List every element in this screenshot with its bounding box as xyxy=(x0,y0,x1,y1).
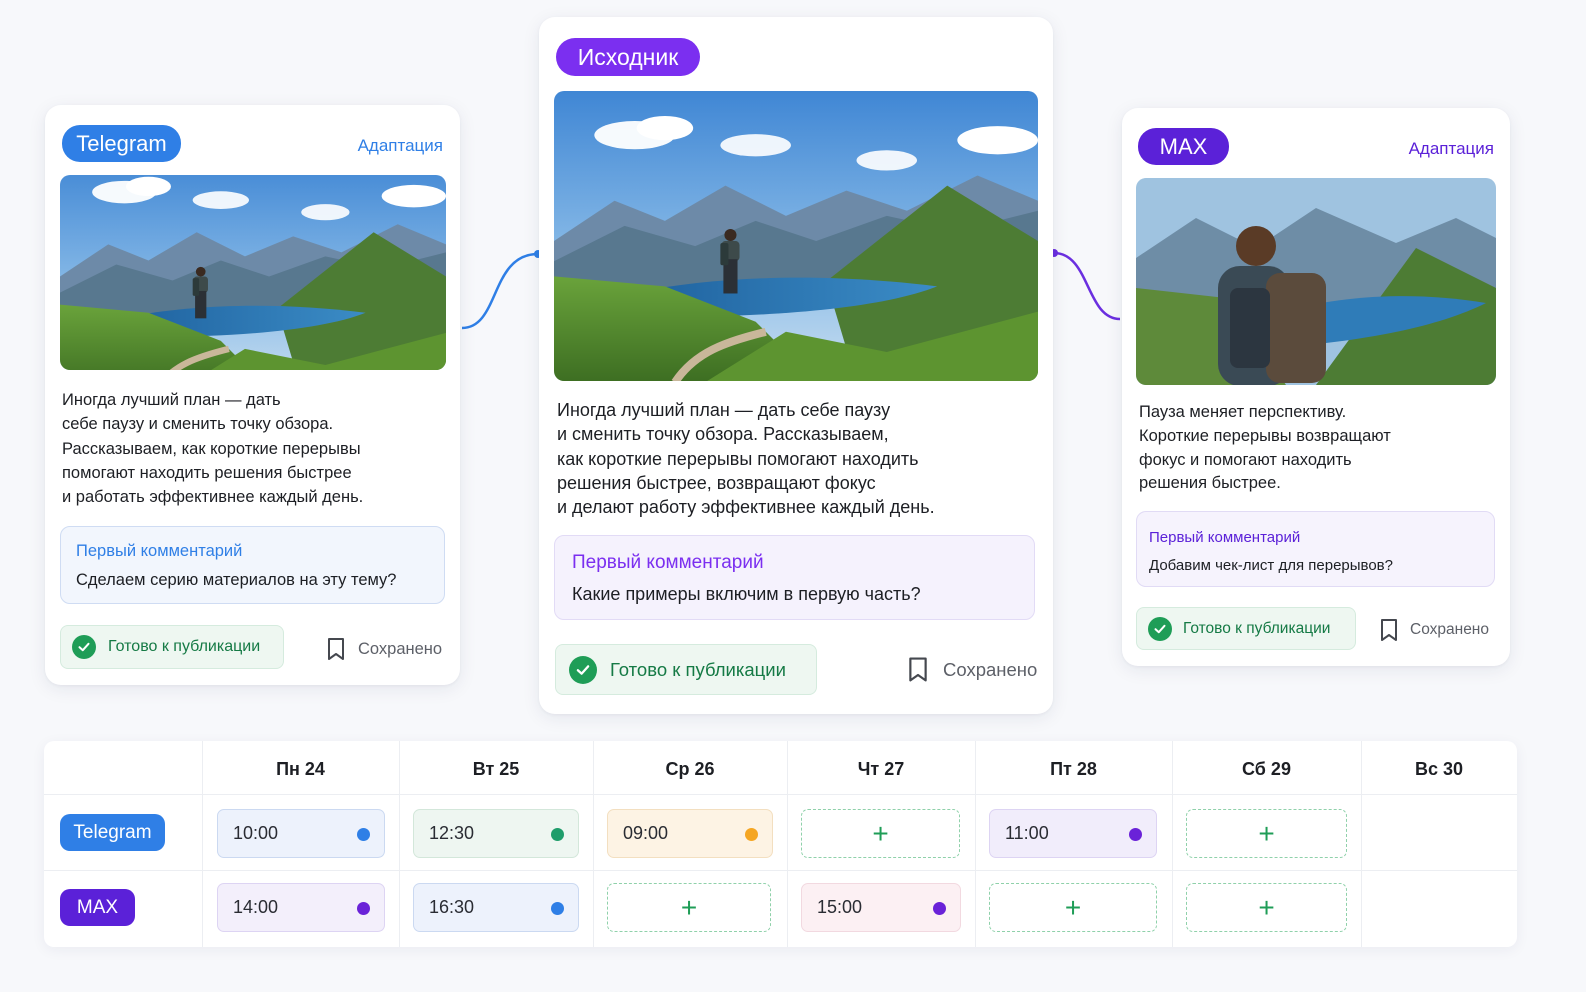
status-dot xyxy=(1129,828,1142,841)
status-dot xyxy=(551,828,564,841)
bookmark-icon xyxy=(328,638,344,660)
max-saved-status[interactable]: Сохранено xyxy=(1378,618,1489,642)
add-slot-button[interactable]: + xyxy=(1186,883,1347,932)
telegram-post-text: Иногда лучший план — дать себе паузу и с… xyxy=(62,391,364,507)
day-header: Вс 30 xyxy=(1414,759,1464,779)
telegram-ready-status[interactable]: Готово к публикации xyxy=(60,625,284,669)
schedule-row-max: MAX xyxy=(60,889,135,926)
max-ready-label: Готово к публикации xyxy=(1183,619,1331,637)
telegram-post-card: Telegram Адаптация Иногда лучший план — … xyxy=(45,105,460,685)
max-ready-status[interactable]: Готово к публикации xyxy=(1136,607,1356,650)
check-circle-icon xyxy=(1148,616,1172,641)
status-dot xyxy=(357,902,370,915)
add-slot-button[interactable]: + xyxy=(607,883,771,932)
schedule-slot[interactable]: 09:00 xyxy=(607,809,773,858)
telegram-saved-label: Сохранено xyxy=(358,639,443,658)
source-saved-label: Сохранено xyxy=(943,658,1038,680)
telegram-post-image xyxy=(60,175,446,370)
source-saved-status[interactable]: Сохранено xyxy=(906,656,1037,683)
source-post-card: Исходник Иногда лучший план — дать себе … xyxy=(539,17,1053,714)
source-first-comment[interactable]: Первый комментарий Какие примеры включим… xyxy=(554,535,1035,620)
telegram-ready-label: Готово к публикации xyxy=(108,638,261,655)
source-comment-text: Какие примеры включим в первую часть? xyxy=(572,584,921,604)
schedule-slot[interactable]: 16:30 xyxy=(413,883,579,932)
max-post-card: MAX Адаптация Пауза меняет перспективу. … xyxy=(1122,108,1510,666)
day-header: Вт 25 xyxy=(472,759,520,779)
source-badge: Исходник xyxy=(556,38,700,76)
max-adapt-link[interactable]: Адаптация xyxy=(1409,139,1494,159)
connector-right xyxy=(1050,249,1121,321)
status-dot xyxy=(745,828,758,841)
add-slot-button[interactable]: + xyxy=(989,883,1157,932)
schedule-slot[interactable]: 14:00 xyxy=(217,883,385,932)
schedule-slot[interactable]: 10:00 xyxy=(217,809,385,858)
bookmark-icon xyxy=(1381,619,1397,641)
status-dot xyxy=(357,828,370,841)
source-post-text: Иногда лучший план — дать себе паузу и с… xyxy=(557,400,935,518)
telegram-first-comment[interactable]: Первый комментарий Сделаем серию материа… xyxy=(60,526,445,604)
schedule-slot[interactable]: 15:00 xyxy=(801,883,961,932)
schedule-slot[interactable]: 11:00 xyxy=(989,809,1157,858)
add-slot-button[interactable]: + xyxy=(1186,809,1347,858)
publication-schedule: Пн 24 Вт 25 Ср 26 Чт 27 Пт 28 Сб 29 Вс 3… xyxy=(44,741,1517,947)
connector-left xyxy=(461,250,542,330)
day-header: Пт 28 xyxy=(1050,759,1097,779)
status-dot xyxy=(933,902,946,915)
check-circle-icon xyxy=(72,635,96,659)
add-slot-button[interactable]: + xyxy=(801,809,960,858)
telegram-comment-text: Сделаем серию материалов на эту тему? xyxy=(76,571,397,589)
telegram-adapt-link[interactable]: Адаптация xyxy=(358,136,443,156)
max-first-comment[interactable]: Первый комментарий Добавим чек-лист для … xyxy=(1136,511,1495,587)
source-ready-label: Готово к публикации xyxy=(610,658,786,680)
max-post-text: Пауза меняет перспективу. Короткие перер… xyxy=(1139,403,1391,493)
day-header: Сб 29 xyxy=(1242,759,1291,779)
max-post-image xyxy=(1136,178,1496,385)
source-ready-status[interactable]: Готово к публикации xyxy=(555,644,817,695)
day-header: Пн 24 xyxy=(276,759,325,779)
telegram-platform-badge: Telegram xyxy=(62,125,181,162)
max-saved-label: Сохранено xyxy=(1410,621,1489,638)
source-post-image xyxy=(554,91,1038,381)
check-circle-icon xyxy=(569,655,597,684)
bookmark-icon xyxy=(909,657,927,682)
telegram-saved-status[interactable]: Сохранено xyxy=(325,637,442,661)
max-comment-title: Первый комментарий xyxy=(1149,529,1301,546)
schedule-row-telegram: Telegram xyxy=(60,814,165,851)
telegram-comment-title: Первый комментарий xyxy=(76,542,243,560)
source-comment-title: Первый комментарий xyxy=(572,552,764,573)
day-header: Ср 26 xyxy=(665,759,715,779)
schedule-slot[interactable]: 12:30 xyxy=(413,809,579,858)
max-comment-text: Добавим чек-лист для перерывов? xyxy=(1149,557,1393,574)
max-platform-badge: MAX xyxy=(1138,128,1229,165)
day-header: Чт 27 xyxy=(857,759,905,779)
status-dot xyxy=(551,902,564,915)
